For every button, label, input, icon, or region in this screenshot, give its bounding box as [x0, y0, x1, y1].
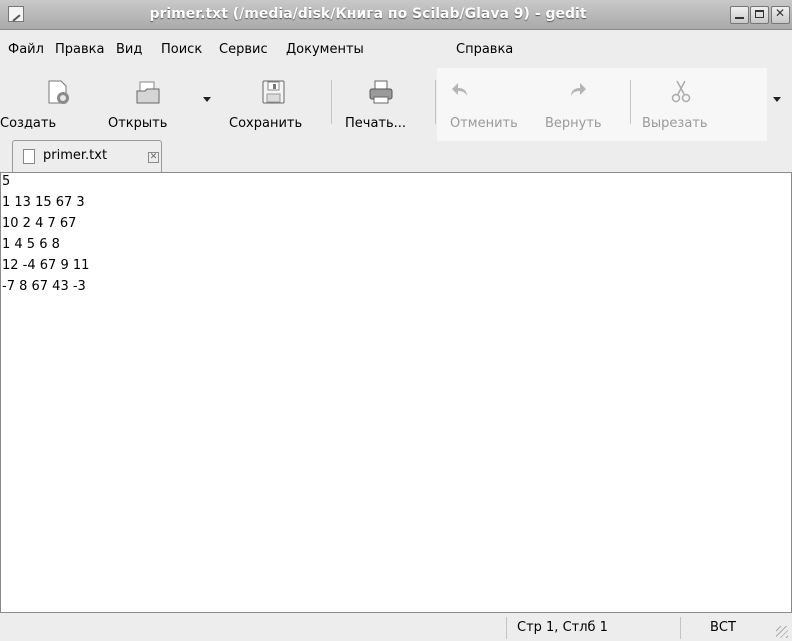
- editor-line: 10 2 4 7 67: [2, 216, 77, 231]
- open-button[interactable]: Открыть: [96, 78, 196, 133]
- text-editor[interactable]: 5 1 13 15 67 3 10 2 4 7 67 1 4 5 6 8 12 …: [0, 172, 792, 613]
- save-icon: [262, 80, 285, 104]
- cut-button[interactable]: Вырезать: [642, 78, 728, 133]
- redo-label: Вернуть: [545, 116, 602, 131]
- cut-label: Вырезать: [642, 116, 708, 131]
- save-button[interactable]: Сохранить: [224, 78, 324, 133]
- close-button[interactable]: [771, 6, 790, 24]
- insert-mode: ВСТ: [710, 620, 736, 635]
- menu-view[interactable]: Вид: [116, 42, 142, 57]
- redo-arrow-icon: [571, 83, 586, 96]
- undo-label: Отменить: [450, 116, 518, 131]
- tab-close-icon[interactable]: ✕: [148, 152, 159, 163]
- editor-line: 5: [2, 174, 11, 189]
- printer-icon: [369, 80, 393, 104]
- cursor-position: Стр 1, Стлб 1: [517, 620, 608, 635]
- status-bar: Стр 1, Стлб 1 ВСТ: [0, 614, 792, 641]
- save-label: Сохранить: [229, 116, 303, 131]
- new-document-icon: [48, 80, 69, 104]
- maximize-button[interactable]: [750, 6, 769, 24]
- editor-line: -7 8 67 43 -3: [2, 279, 86, 294]
- toolbar: Создать Открыть Сохранить Печать... Отме…: [0, 68, 792, 141]
- status-separator: [680, 617, 681, 639]
- print-button[interactable]: Печать...: [340, 78, 426, 133]
- status-separator: [506, 617, 507, 639]
- menu-documents[interactable]: Документы: [286, 42, 364, 57]
- undo-button[interactable]: Отменить: [446, 78, 538, 133]
- menu-edit[interactable]: Правка: [55, 42, 104, 57]
- resize-grip[interactable]: [776, 626, 788, 638]
- toolbar-overflow-arrow[interactable]: [773, 97, 781, 102]
- document-icon: [23, 149, 35, 164]
- undo-arrow-icon: [452, 83, 467, 96]
- menu-search[interactable]: Поиск: [161, 42, 202, 57]
- tab-primer-txt[interactable]: primer.txt ✕: [12, 140, 162, 173]
- open-folder-icon: [136, 81, 160, 104]
- toolbar-separator: [435, 80, 436, 124]
- editor-line: 12 -4 67 9 11: [2, 258, 90, 273]
- open-recent-arrow[interactable]: [203, 97, 211, 102]
- new-label: Создать: [0, 116, 57, 131]
- window-title: primer.txt (/media/disk/Книга по Scilab/…: [149, 6, 587, 22]
- toolbar-separator: [331, 80, 332, 124]
- new-button[interactable]: Создать: [0, 78, 96, 133]
- app-icon[interactable]: [8, 6, 24, 22]
- editor-line: 1 13 15 67 3: [2, 195, 85, 210]
- minimize-button[interactable]: [730, 6, 749, 24]
- print-label: Печать...: [345, 116, 407, 131]
- title-bar[interactable]: primer.txt (/media/disk/Книга по Scilab/…: [0, 0, 792, 30]
- menu-file[interactable]: Файл: [8, 42, 44, 57]
- menu-tools[interactable]: Сервис: [219, 42, 268, 57]
- editor-line: 1 4 5 6 8: [2, 237, 60, 252]
- tab-bar: primer.txt ✕: [0, 140, 792, 173]
- toolbar-separator: [630, 80, 631, 124]
- tab-label: primer.txt: [43, 148, 108, 163]
- menu-help[interactable]: Справка: [456, 42, 513, 57]
- redo-button[interactable]: Вернуть: [545, 78, 627, 133]
- open-label: Открыть: [108, 116, 168, 131]
- scissors-icon: [671, 80, 691, 103]
- gedit-window: primer.txt (/media/disk/Книга по Scilab/…: [0, 0, 792, 641]
